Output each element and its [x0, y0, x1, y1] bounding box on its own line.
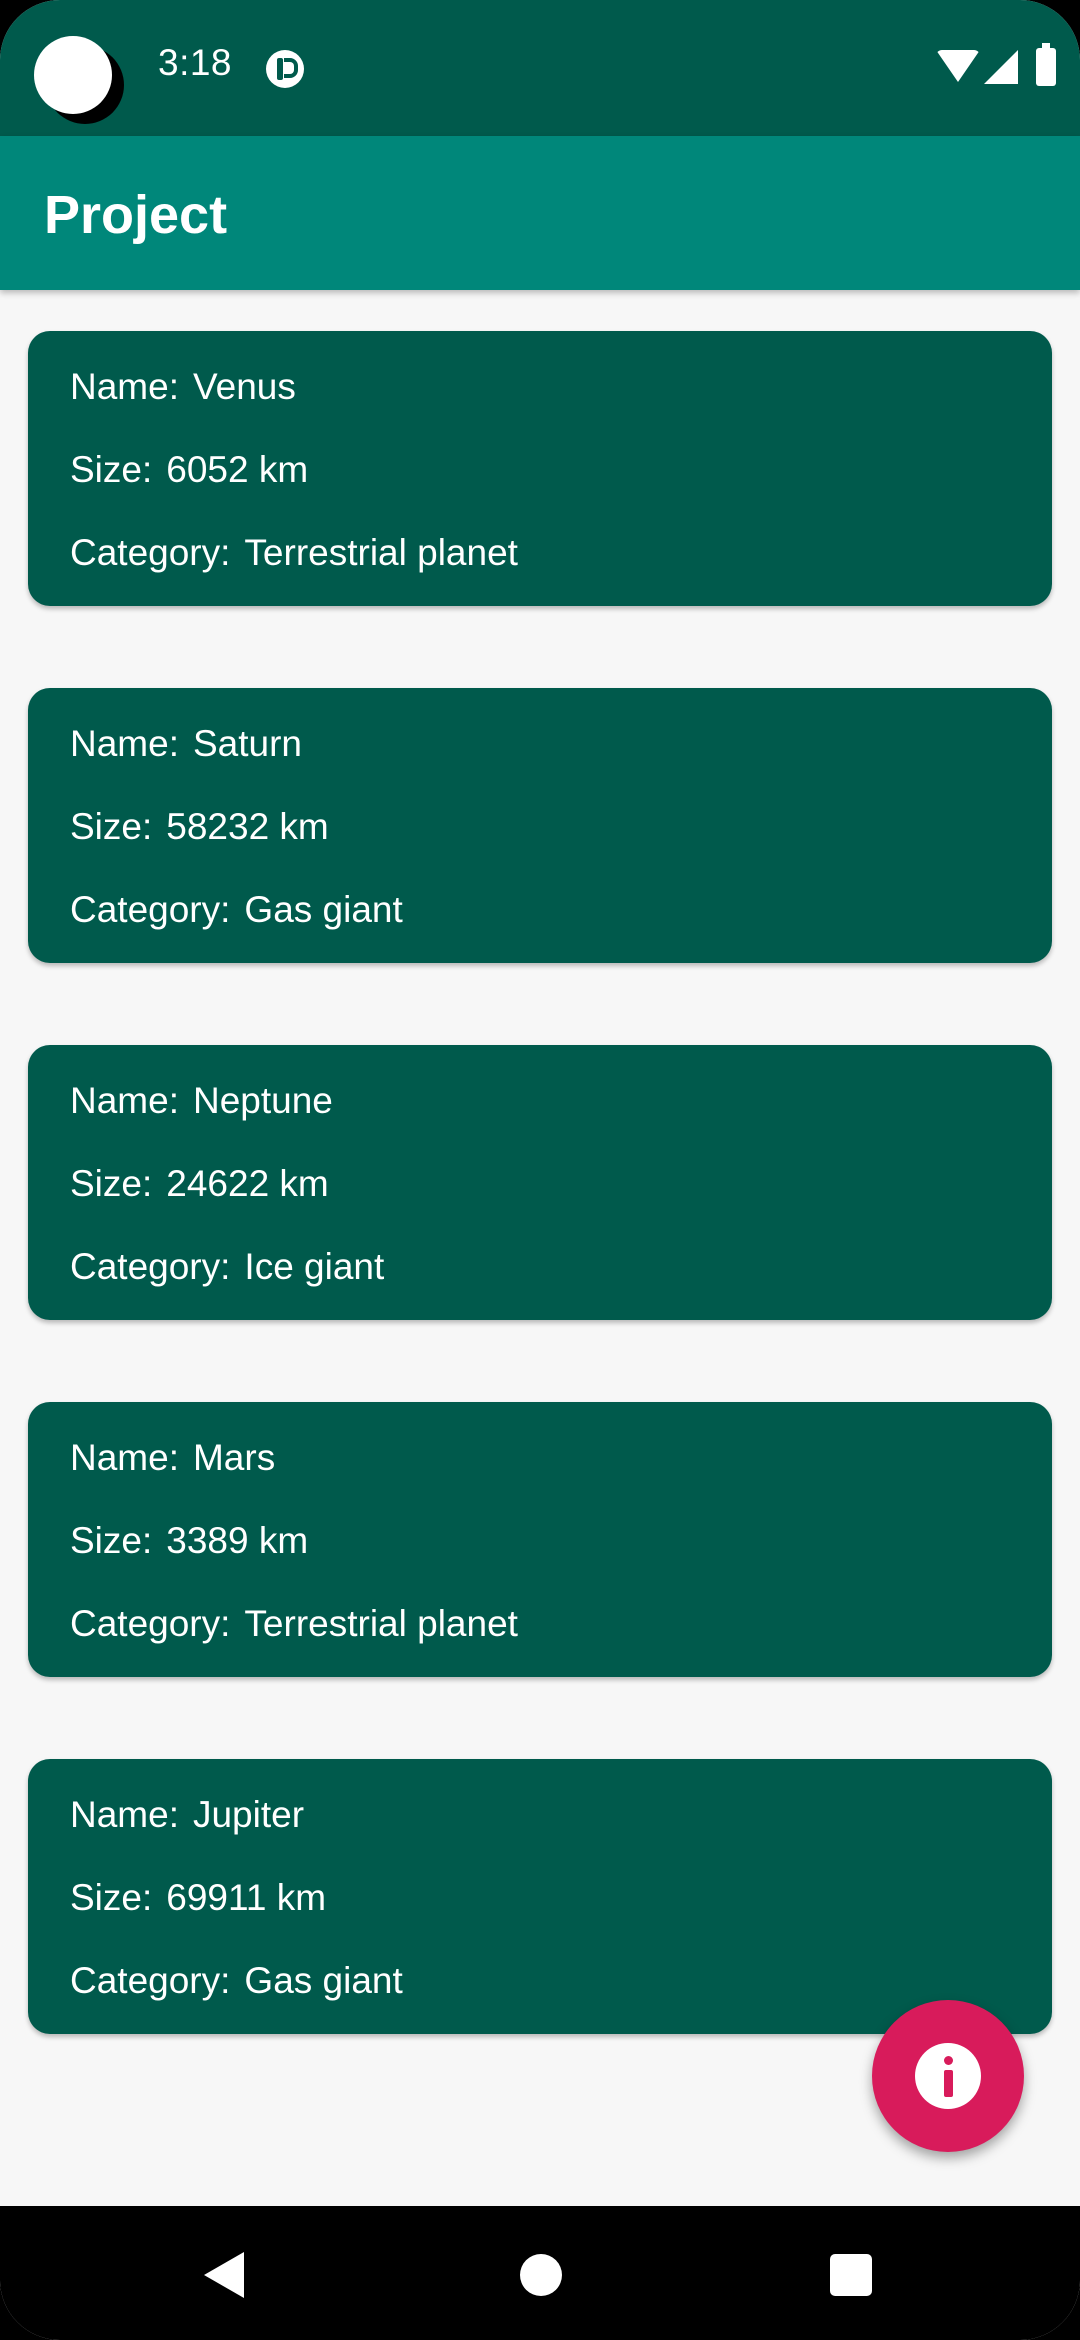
status-bar: 3:18	[0, 0, 1080, 136]
name-row: Name: Mars	[70, 1437, 275, 1479]
category-value: Gas giant	[244, 889, 403, 930]
back-icon[interactable]	[204, 2252, 244, 2298]
size-label: Size:	[70, 1520, 153, 1561]
info-icon	[915, 2043, 981, 2109]
category-label: Category:	[70, 1603, 231, 1644]
size-row: Size: 58232 km	[70, 806, 329, 848]
name-label: Name:	[70, 1794, 179, 1835]
home-icon[interactable]	[520, 2254, 562, 2296]
category-row: Category: Gas giant	[70, 1960, 403, 2002]
planet-list[interactable]: Name: Venus Size: 6052 km Category: Terrest…	[28, 331, 1052, 2116]
size-value: 69911 km	[166, 1877, 327, 1918]
size-label: Size:	[70, 449, 153, 490]
category-value: Terrestrial planet	[244, 1603, 518, 1644]
size-label: Size:	[70, 806, 153, 847]
category-label: Category:	[70, 1960, 231, 2001]
planet-card[interactable]: Name: Venus Size: 6052 km Category: Terrest…	[28, 331, 1052, 606]
name-value: Mars	[192, 1437, 276, 1478]
name-label: Name:	[70, 723, 179, 764]
info-fab-button[interactable]	[872, 2000, 1024, 2152]
category-row: Category: Gas giant	[70, 889, 403, 931]
battery-icon	[1036, 43, 1056, 86]
size-label: Size:	[70, 1877, 153, 1918]
name-value: Saturn	[192, 723, 302, 764]
size-row: Size: 3389 km	[70, 1520, 308, 1562]
name-value: Jupiter	[192, 1794, 305, 1835]
navigation-bar	[0, 2206, 1080, 2340]
size-value: 24622 km	[166, 1163, 329, 1204]
name-row: Name: Jupiter	[70, 1794, 304, 1836]
category-row: Category: Terrestrial planet	[70, 1603, 518, 1645]
size-row: Size: 6052 km	[70, 449, 308, 491]
size-row: Size: 69911 km	[70, 1877, 326, 1919]
size-row: Size: 24622 km	[70, 1163, 329, 1205]
name-label: Name:	[70, 366, 179, 407]
category-label: Category:	[70, 532, 231, 573]
name-label: Name:	[70, 1437, 179, 1478]
app-title: Project	[44, 185, 228, 245]
category-row: Category: Ice giant	[70, 1246, 384, 1288]
wifi-icon	[936, 50, 980, 82]
category-value: Ice giant	[244, 1246, 385, 1287]
name-value: Neptune	[192, 1080, 333, 1121]
app-bar: Project	[0, 136, 1080, 290]
name-row: Name: Venus	[70, 366, 296, 408]
category-value: Gas giant	[244, 1960, 403, 2001]
signal-icon	[984, 50, 1018, 84]
planet-card[interactable]: Name: Mars Size: 3389 km Category: Terrestr…	[28, 1402, 1052, 1677]
size-value: 3389 km	[166, 1520, 309, 1561]
size-value: 6052 km	[166, 449, 309, 490]
name-row: Name: Saturn	[70, 723, 302, 765]
category-label: Category:	[70, 889, 231, 930]
category-label: Category:	[70, 1246, 231, 1287]
category-value: Terrestrial planet	[244, 532, 518, 573]
phone-screen: 3:18 Project Name: Venus Size: 6052 km Cat…	[0, 0, 1080, 2340]
planet-card[interactable]: Name: Jupiter Size: 69911 km Category: Gas …	[28, 1759, 1052, 2034]
planet-card[interactable]: Name: Neptune Size: 24622 km Category: Ice …	[28, 1045, 1052, 1320]
name-label: Name:	[70, 1080, 179, 1121]
app-notification-icon	[266, 50, 304, 88]
name-value: Venus	[192, 366, 296, 407]
camera-cutout	[34, 36, 112, 114]
category-row: Category: Terrestrial planet	[70, 532, 518, 574]
planet-card[interactable]: Name: Saturn Size: 58232 km Category: Gas g…	[28, 688, 1052, 963]
status-time: 3:18	[158, 42, 233, 83]
size-value: 58232 km	[166, 806, 329, 847]
size-label: Size:	[70, 1163, 153, 1204]
recents-icon[interactable]	[830, 2254, 872, 2296]
name-row: Name: Neptune	[70, 1080, 333, 1122]
